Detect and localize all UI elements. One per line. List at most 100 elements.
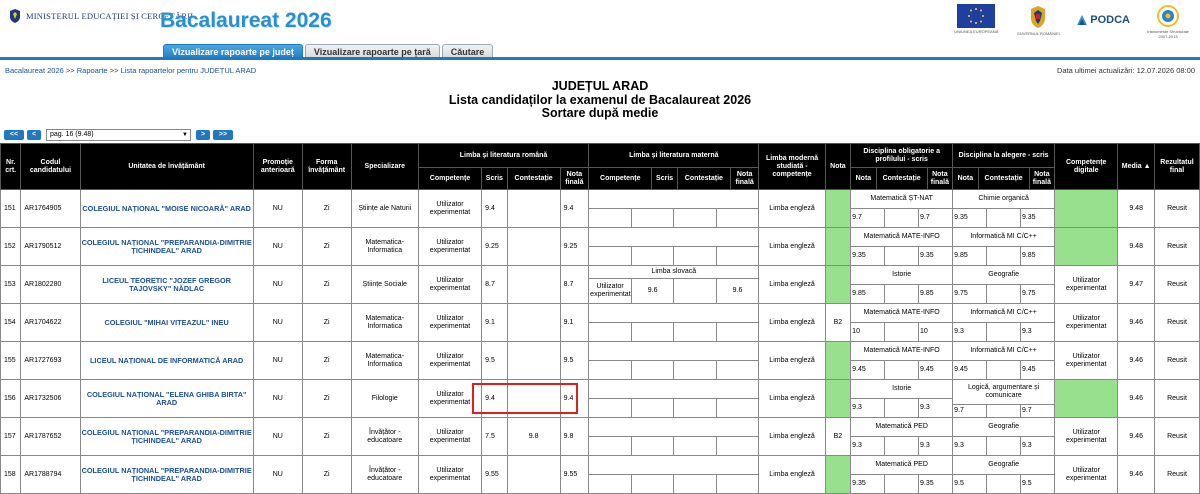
next-page-button[interactable]: > [196,130,210,140]
cell-elective-name: Chimie organică [953,190,1055,209]
cell-nr: 158 [0,455,22,494]
cell-elective-final: 9.45 [1021,366,1036,373]
col-media[interactable]: Media ▲ [1117,143,1155,190]
mother-tongue-name: Limba slovacă [589,266,759,280]
cell-mandatory-name: Matematică PED [851,456,953,475]
mother-tongue-final [716,475,758,494]
prev-page-button[interactable]: < [27,130,41,140]
col-dob-final: Nota finală [926,167,954,190]
cell-lang-grade [824,455,852,494]
mother-tongue-name [589,456,759,475]
cell-mandatory: Istorie 9.3 9.3 [850,379,954,418]
cell-mandatory-cont [884,398,919,417]
cell-form: Zi [301,227,352,266]
col-mat-scris: Scris [651,167,678,190]
cell-mandatory: Matematică ȘT-NAT 9.7 9.7 [850,189,954,228]
cell-elective-cont [986,284,1021,303]
cell-promo: NU [252,455,303,494]
first-page-button[interactable]: << [4,130,24,140]
mother-tongue-scris [631,208,675,227]
cell-mother-tongue [588,189,760,228]
cell-rom-cont [506,303,561,342]
cell-promo: NU [252,417,303,456]
podca-logo-icon [1077,15,1088,25]
mother-tongue-comp: Utilizator experimentat [589,278,632,303]
col-mother-tongue: Limba și literatura maternă [588,143,760,168]
cell-promo: NU [252,265,303,304]
cell-mother-tongue: Limba slovacă Utilizator experimentat 9.… [588,265,760,304]
breadcrumb-reports[interactable]: Rapoarte [77,66,108,75]
cell-rom-scris: 9.25 [481,227,508,266]
cell-mandatory-nota: 10 [851,322,886,341]
cell-rom-cont [506,455,561,494]
gov-logo: GUVERNUL ROMÂNIEI [1014,4,1062,36]
last-updated: Data ultimei actualizări: 12.07.2026 08:… [1056,66,1195,75]
site-header: MINISTERUL EDUCAȚIEI ȘI CERCETĂRII Bacal… [0,0,1200,60]
cell-mother-tongue [588,417,760,456]
breadcrumb-separator: >> [109,66,119,75]
cell-media: 9.46 [1117,341,1155,380]
app-title[interactable]: Bacalaureat 2026 [160,9,332,33]
col-media-label: Media [1121,162,1142,170]
cell-elective-final: 9.85 [1021,252,1036,259]
cell-digital: Utilizator experimentat [1054,455,1119,494]
mother-tongue-scris [631,246,675,265]
col-dob-cont: Contestație [875,167,928,190]
cell-digital: Utilizator experimentat [1054,265,1119,304]
col-promo: Promoție anterioară [252,143,303,190]
cell-media: 9.47 [1117,265,1155,304]
cell-digital: Utilizator experimentat [1054,341,1119,380]
mother-tongue-scris [631,360,675,379]
cell-elective-cont [986,322,1021,341]
breadcrumb-county-list[interactable]: Lista rapoartelor pentru JUDEȚUL ARAD [121,66,257,75]
cell-promo: NU [252,341,303,380]
cell-spec: Științe Sociale [350,265,419,304]
last-page-button[interactable]: >> [213,130,233,140]
mother-tongue-scris: 9.6 [631,278,675,303]
cell-promo: NU [252,303,303,342]
cell-mandatory: Istorie 9.85 9.85 [850,265,954,304]
sort-up-icon[interactable]: ▲ [1144,163,1151,170]
cell-mandatory-name: Matematică PED [851,418,953,437]
table-row: 154 AR1704622 COLEGIUL "MIHAI VITEAZUL" IN… [0,303,1200,342]
county-title: JUDEȚUL ARAD [551,79,649,93]
mother-tongue-cont [673,208,717,227]
mother-tongue-name [589,380,759,399]
cell-modern-language: Limba engleză [758,379,826,418]
cell-mandatory-nota: 9.45 [851,360,886,379]
cell-rom-final: 9.1 [559,303,590,342]
cell-media: 9.48 [1117,189,1155,228]
cell-elective-cont [986,436,1021,455]
cell-mandatory-cont [884,284,919,303]
cell-elective-name: Informatică MI C/C++ [953,304,1055,323]
page-select[interactable]: pag. 16 (9.48) ▼ [46,129,191,141]
cell-elective-name: Logică, argumentare și comunicare [953,380,1055,405]
cell-result: Reusit [1154,303,1200,342]
structural-funds-icon [1157,5,1179,27]
cell-rom-scris: 7.5 [481,417,508,456]
table-row: 157 AR1787652 COLEGIUL NAȚIONAL "PREPARAND… [0,417,1200,456]
mother-tongue-final [716,399,758,418]
cell-media: 9.46 [1117,303,1155,342]
cell-mandatory-nota: 9.85 [851,284,886,303]
col-rom-final: Nota finală [559,167,590,190]
cell-unit: COLEGIUL NAȚIONAL "PREPARANDIA-DIMITRIE … [79,417,254,456]
col-unit: Unitatea de învățământ [79,143,254,190]
mother-tongue-comp [589,398,632,417]
cell-unit: COLEGIUL NAȚIONAL "PREPARANDIA-DIMITRIE … [79,455,254,494]
breadcrumb-home[interactable]: Bacalaureat 2026 [5,66,64,75]
mother-tongue-scris [631,398,675,417]
podca-text: PODCA [1090,14,1130,26]
cell-code: AR1788794 [20,455,81,494]
report-heading: JUDEȚUL ARAD Lista candidaților la exame… [0,79,1200,121]
col-romanian: Limba și literatura română [417,143,590,168]
col-dob-nota: Nota [850,167,877,190]
cell-code: AR1732506 [20,379,81,418]
cell-mandatory-cont [884,246,919,265]
cell-result: Reusit [1154,341,1200,380]
col-rom-comp: Competențe [417,167,483,190]
cell-mandatory-final: 9.35 [919,252,934,259]
cell-rom-cont [506,379,561,418]
cell-elective: Informatică MI C/C++ 9.45 9.45 [952,341,1056,380]
cell-modern-language: Limba engleză [758,455,826,494]
